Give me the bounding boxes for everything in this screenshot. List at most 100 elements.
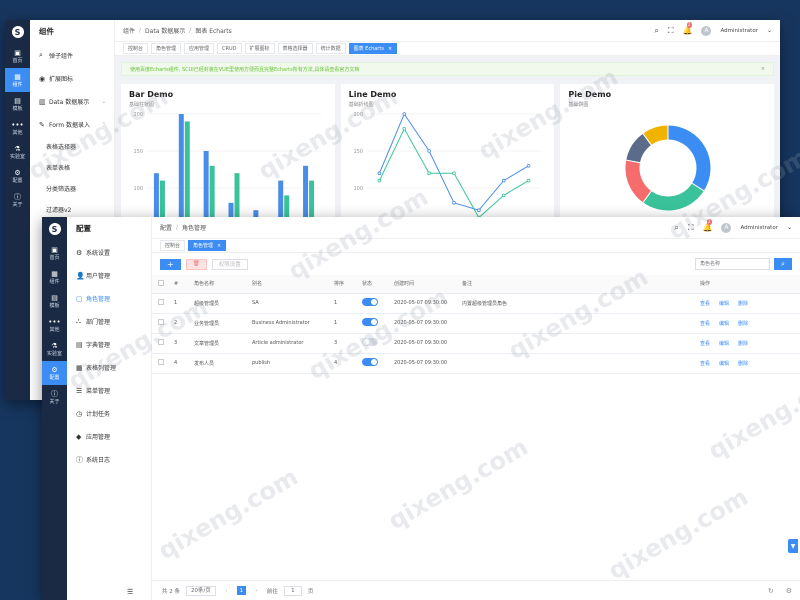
breadcrumb-item[interactable]: 角色管理 — [182, 223, 206, 232]
menu-item-2[interactable]: ▥ Data 数据展示 ⌄ — [30, 90, 114, 113]
menu-item-5[interactable]: ▦ 表格列管理 — [67, 356, 151, 379]
chevron-down-icon[interactable]: ⌄ — [767, 27, 772, 34]
status-toggle[interactable] — [362, 318, 378, 326]
status-toggle[interactable] — [362, 358, 378, 366]
role-search-input[interactable] — [695, 258, 770, 270]
edit-link[interactable]: 编辑 — [719, 341, 729, 347]
rail-item-4[interactable]: ⚗ 实验室 — [5, 140, 30, 164]
edit-link[interactable]: 编辑 — [719, 301, 729, 307]
rail-item-2[interactable]: ▤ 模板 — [5, 92, 30, 116]
view-link[interactable]: 查看 — [700, 321, 710, 327]
rail-item-0[interactable]: ▣ 首页 — [5, 44, 30, 68]
chevron-down-icon[interactable]: ⌄ — [787, 224, 792, 231]
view-link[interactable]: 查看 — [700, 301, 710, 307]
table-row[interactable]: 3 文章管理员 Article administrator 3 2020-05-07 0… — [152, 333, 800, 354]
table-row[interactable]: 2 业务管理员 Business Administrator 1 2020-05-07 … — [152, 313, 800, 334]
bell-icon[interactable]: 🔔 2 — [703, 219, 712, 232]
page-1-button[interactable]: 1 — [236, 586, 246, 595]
menu-item-8[interactable]: ◆ 应用管理 — [67, 425, 151, 448]
fullscreen-icon[interactable]: ⛶ — [688, 223, 694, 233]
column-settings-icon[interactable]: ⚙ — [786, 587, 792, 595]
rail-item-6[interactable]: ⓘ 关于 — [42, 385, 67, 409]
breadcrumb-item[interactable]: 图表 Echarts — [195, 26, 231, 35]
menu-item-3[interactable]: ✎ Form 数据录入 ⌃ — [30, 113, 114, 136]
menu-item-4[interactable]: 表格选择器 — [30, 136, 114, 157]
menu-item-5[interactable]: 表单表格 — [30, 157, 114, 178]
menu-item-6[interactable]: ☰ 菜单管理 — [67, 379, 151, 402]
menu-item-2[interactable]: ▢ 角色管理 — [67, 287, 151, 310]
menu-item-7[interactable]: ◷ 计划任务 — [67, 402, 151, 425]
search-button[interactable]: ⌕ — [774, 258, 792, 270]
rail-item-3[interactable]: ••• 其他 — [42, 313, 67, 337]
menu-item-9[interactable]: ⓘ 系统日志 — [67, 448, 151, 471]
bell-icon[interactable]: 🔔 2 — [683, 22, 692, 35]
page-size-select[interactable]: 20条/页 — [186, 585, 216, 596]
breadcrumb-item[interactable]: Data 数据展示 — [145, 26, 185, 35]
search-icon[interactable]: ⌕ — [654, 26, 658, 36]
fullscreen-icon[interactable]: ⛶ — [668, 26, 674, 36]
delete-link[interactable]: 删除 — [738, 301, 748, 307]
menu-item-0[interactable]: ⌕ 弹子组件 — [30, 44, 114, 67]
edit-link[interactable]: 编辑 — [719, 321, 729, 327]
app-logo[interactable]: S — [5, 20, 30, 44]
user-name[interactable]: Administrator — [740, 225, 778, 231]
tab-item[interactable]: 统计数据 — [315, 43, 346, 54]
rail-item-1[interactable]: ▦ 组件 — [42, 265, 67, 289]
menu-item-1[interactable]: 👤 用户管理 — [67, 264, 151, 287]
delete-link[interactable]: 删除 — [738, 361, 748, 367]
menu-item-0[interactable]: ⚙ 系统设置 — [67, 241, 151, 264]
rail-item-6[interactable]: ⓘ 关于 — [5, 188, 30, 212]
edit-link[interactable]: 编辑 — [719, 361, 729, 367]
search-icon[interactable]: ⌕ — [674, 223, 678, 233]
avatar[interactable]: A — [721, 222, 732, 233]
row-checkbox[interactable] — [158, 319, 164, 325]
menu-item-3[interactable]: ⛬ 部门管理 — [67, 310, 151, 333]
rail-item-0[interactable]: ▣ 首页 — [42, 241, 67, 265]
tab-item[interactable]: 控制台 — [160, 240, 186, 251]
rail-item-4[interactable]: ⚗ 实验室 — [42, 337, 67, 361]
tab-item[interactable]: 角色管理 — [151, 43, 182, 54]
select-all-checkbox[interactable] — [158, 279, 164, 286]
row-checkbox[interactable] — [158, 359, 164, 365]
app-logo[interactable]: S — [42, 217, 67, 241]
rail-item-5[interactable]: ⚙ 配置 — [5, 164, 30, 188]
table-row[interactable]: 1 超级管理员 SA 1 2020-05-07 09:30:00 内置超级管理员角色 查看编… — [152, 293, 800, 314]
delete-link[interactable]: 删除 — [738, 321, 748, 327]
close-icon[interactable]: × — [388, 46, 392, 52]
prev-page-button[interactable]: ‹ — [222, 586, 231, 595]
user-name[interactable]: Administrator — [720, 28, 758, 34]
row-checkbox[interactable] — [158, 299, 164, 305]
view-link[interactable]: 查看 — [700, 361, 710, 367]
tab-item[interactable]: 角色管理 × — [188, 240, 227, 251]
breadcrumb-item[interactable]: 组件 — [123, 26, 135, 35]
status-toggle[interactable] — [362, 338, 378, 346]
permission-button[interactable]: 权限设置 — [211, 258, 248, 270]
tab-item[interactable]: 扩展图标 — [244, 43, 275, 54]
add-button[interactable]: + — [160, 258, 181, 270]
floating-expand-button[interactable]: ▼ — [788, 539, 798, 553]
status-toggle[interactable] — [362, 298, 378, 306]
close-icon[interactable]: × — [761, 66, 765, 72]
avatar[interactable]: A — [701, 25, 712, 36]
delete-button[interactable]: 🗑 — [185, 258, 207, 270]
rail-item-5[interactable]: ⚙ 配置 — [42, 361, 67, 385]
rail-item-3[interactable]: ••• 其他 — [5, 116, 30, 140]
view-link[interactable]: 查看 — [700, 341, 710, 347]
row-checkbox[interactable] — [158, 339, 164, 345]
tab-item[interactable]: 图表 Echarts × — [348, 43, 398, 54]
collapse-menu-icon[interactable]: ☰ — [127, 588, 133, 596]
rail-item-1[interactable]: ▦ 组件 — [5, 68, 30, 92]
tab-item[interactable]: 表格选择器 — [277, 43, 313, 54]
table-row[interactable]: 4 发布人员 publish 4 2020-05-07 09:30:00 查看 编辑 删除 — [152, 353, 800, 374]
menu-item-1[interactable]: ◉ 扩展图标 — [30, 67, 114, 90]
tab-item[interactable]: 控制台 — [123, 43, 149, 54]
next-page-button[interactable]: › — [252, 586, 261, 595]
menu-item-4[interactable]: ▤ 字典管理 — [67, 333, 151, 356]
delete-link[interactable]: 删除 — [738, 341, 748, 347]
close-icon[interactable]: × — [217, 243, 221, 249]
rail-item-2[interactable]: ▤ 模板 — [42, 289, 67, 313]
page-jump-input[interactable]: 1 — [283, 585, 302, 596]
breadcrumb-item[interactable]: 配置 — [160, 223, 172, 232]
tab-item[interactable]: 应用管理 — [184, 43, 215, 54]
menu-item-6[interactable]: 分类筛选器 — [30, 178, 114, 199]
